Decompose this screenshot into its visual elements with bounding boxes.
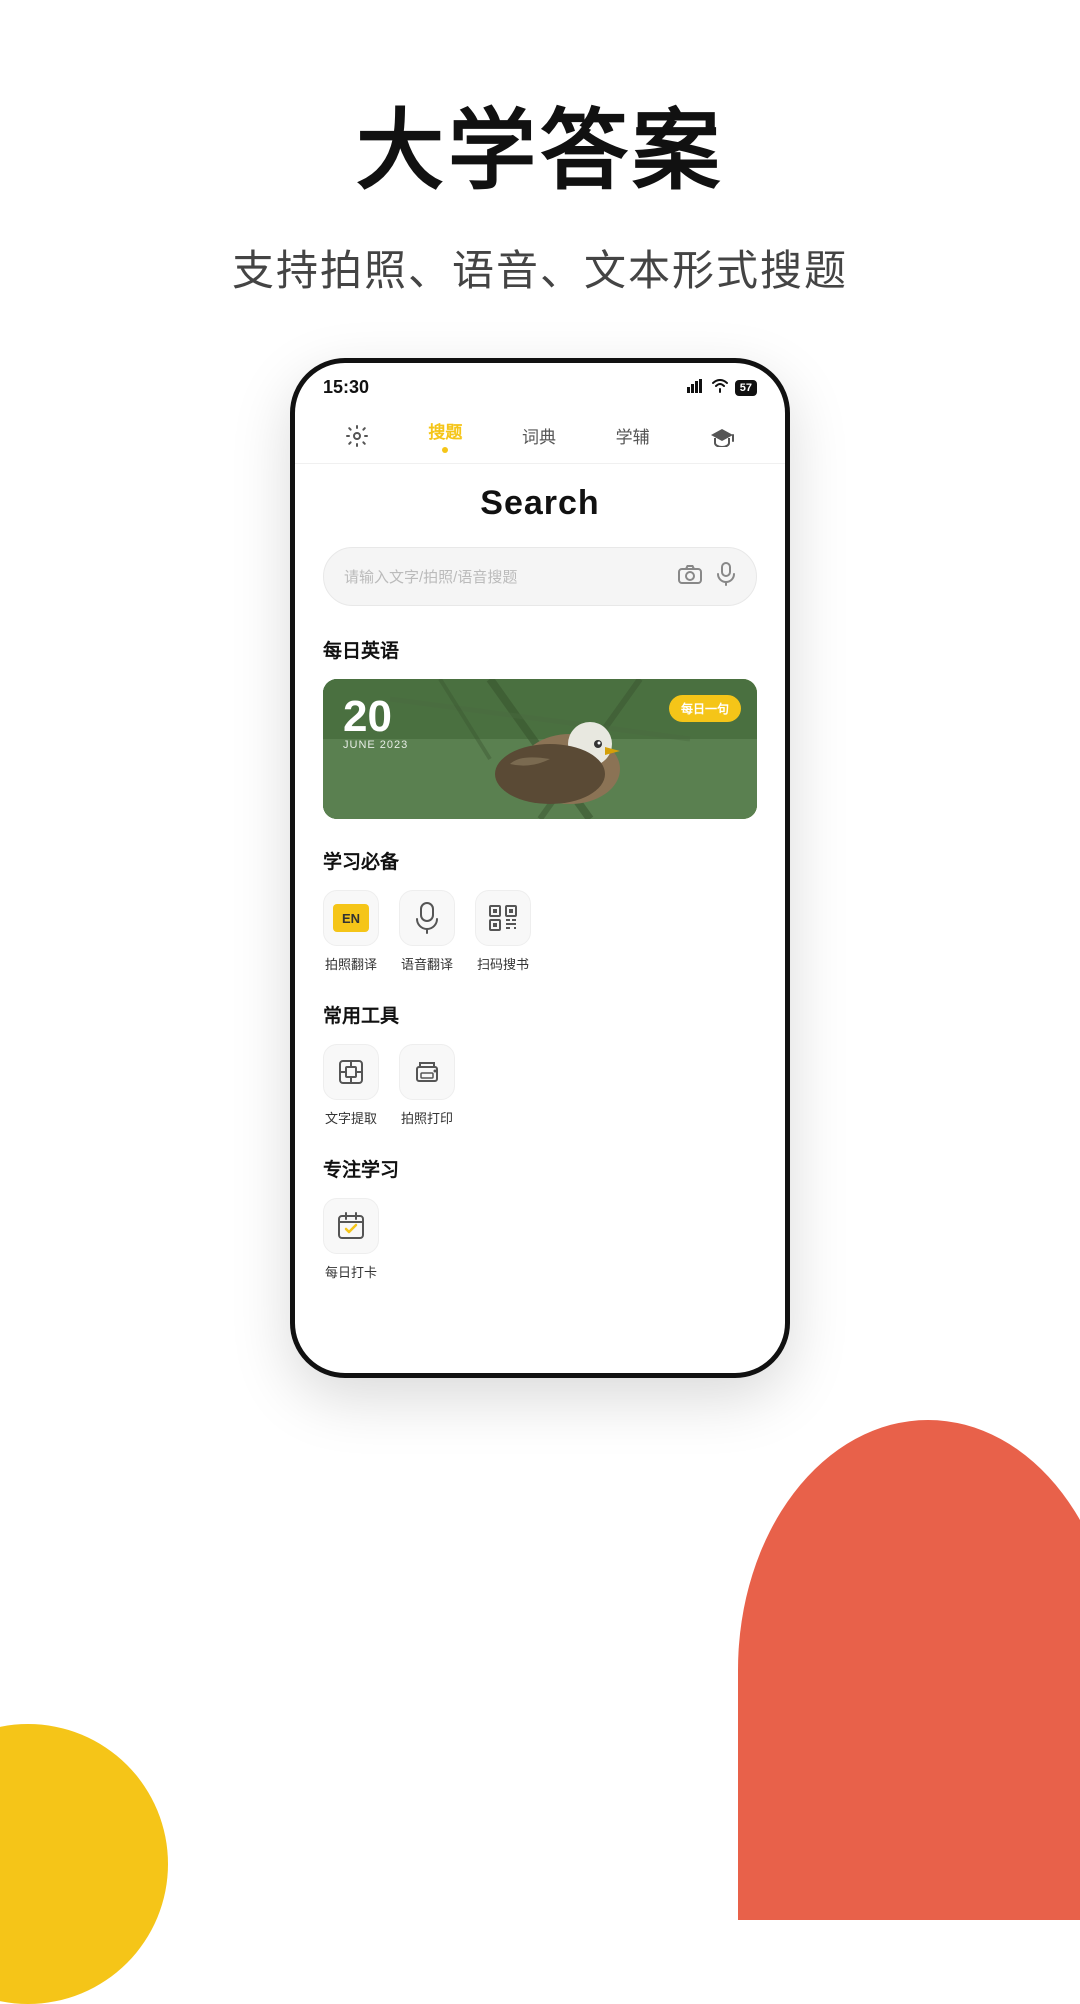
tab-settings[interactable] <box>335 420 379 458</box>
photo-translate-icon-box: EN <box>323 890 379 946</box>
card-badge: 每日一句 <box>669 695 741 722</box>
focus-study-grid: 每日打卡 <box>323 1198 757 1281</box>
daily-checkin-svg <box>336 1211 366 1241</box>
tab-cap[interactable] <box>699 421 745 457</box>
tab-dict[interactable]: 词典 <box>512 419 566 458</box>
bg-red-shape <box>738 1420 1080 1920</box>
photo-translate-label: 拍照翻译 <box>325 954 377 973</box>
daily-english-card[interactable]: 20 JUNE 2023 每日一句 <box>323 679 757 819</box>
tab-tutor-label: 学辅 <box>616 423 650 448</box>
phone-container: 15:30 57 <box>0 358 1080 1378</box>
status-time: 15:30 <box>323 377 369 398</box>
search-placeholder: 请输入文字/拍照/语音搜题 <box>344 566 678 587</box>
phone-content: Search 请输入文字/拍照/语音搜题 <box>295 464 785 1364</box>
scan-book-label: 扫码搜书 <box>477 954 529 973</box>
common-tools-title: 常用工具 <box>323 1001 757 1028</box>
top-section: 大学答案 支持拍照、语音、文本形式搜题 <box>0 0 1080 298</box>
card-date-sub: JUNE 2023 <box>343 739 408 751</box>
tool-photo-print[interactable]: 拍照打印 <box>399 1044 455 1127</box>
study-essentials-title: 学习必备 <box>323 847 757 874</box>
tab-active-dot <box>442 447 448 453</box>
status-bar: 15:30 57 <box>295 363 785 406</box>
daily-checkin-icon-box <box>323 1198 379 1254</box>
tool-voice-translate[interactable]: 语音翻译 <box>399 890 455 973</box>
mic-icon[interactable] <box>716 562 736 591</box>
study-essentials-grid: EN 拍照翻译 语音翻译 <box>323 890 757 973</box>
translate-en-icon: EN <box>333 904 369 932</box>
focus-study-title: 专注学习 <box>323 1155 757 1182</box>
scan-book-svg <box>488 904 518 932</box>
voice-translate-icon-box <box>399 890 455 946</box>
text-extract-label: 文字提取 <box>325 1108 377 1127</box>
tool-text-extract[interactable]: 文字提取 <box>323 1044 379 1127</box>
text-extract-svg <box>336 1057 366 1087</box>
tab-tutor[interactable]: 学辅 <box>606 419 660 458</box>
voice-translate-label: 语音翻译 <box>401 954 453 973</box>
app-title: 大学答案 <box>0 80 1080 207</box>
photo-print-svg <box>412 1057 442 1087</box>
scan-book-icon-box <box>475 890 531 946</box>
battery-icon: 57 <box>735 380 757 396</box>
card-date: 20 JUNE 2023 <box>343 695 408 751</box>
signal-icon <box>687 379 705 396</box>
daily-english-title: 每日英语 <box>323 636 757 663</box>
search-bar-icons <box>678 562 736 591</box>
tab-search-label: 搜题 <box>428 418 462 443</box>
card-date-number: 20 <box>343 695 408 739</box>
tool-daily-checkin[interactable]: 每日打卡 <box>323 1198 379 1281</box>
text-extract-icon-box <box>323 1044 379 1100</box>
bg-yellow-shape <box>0 1724 168 2004</box>
tool-scan-book[interactable]: 扫码搜书 <box>475 890 531 973</box>
app-subtitle: 支持拍照、语音、文本形式搜题 <box>0 237 1080 298</box>
photo-print-icon-box <box>399 1044 455 1100</box>
status-icons: 57 <box>687 379 757 396</box>
search-page-title: Search <box>323 484 757 523</box>
tab-search[interactable]: 搜题 <box>418 414 472 463</box>
nav-tabs: 搜题 词典 学辅 <box>295 406 785 464</box>
phone-mockup: 15:30 57 <box>290 358 790 1378</box>
voice-translate-svg <box>413 902 441 934</box>
common-tools-grid: 文字提取 拍照打印 <box>323 1044 757 1127</box>
tool-photo-translate[interactable]: EN 拍照翻译 <box>323 890 379 973</box>
tab-dict-label: 词典 <box>522 423 556 448</box>
wifi-icon <box>711 379 729 396</box>
camera-icon[interactable] <box>678 564 702 589</box>
daily-checkin-label: 每日打卡 <box>325 1262 377 1281</box>
photo-print-label: 拍照打印 <box>401 1108 453 1127</box>
search-bar[interactable]: 请输入文字/拍照/语音搜题 <box>323 547 757 606</box>
